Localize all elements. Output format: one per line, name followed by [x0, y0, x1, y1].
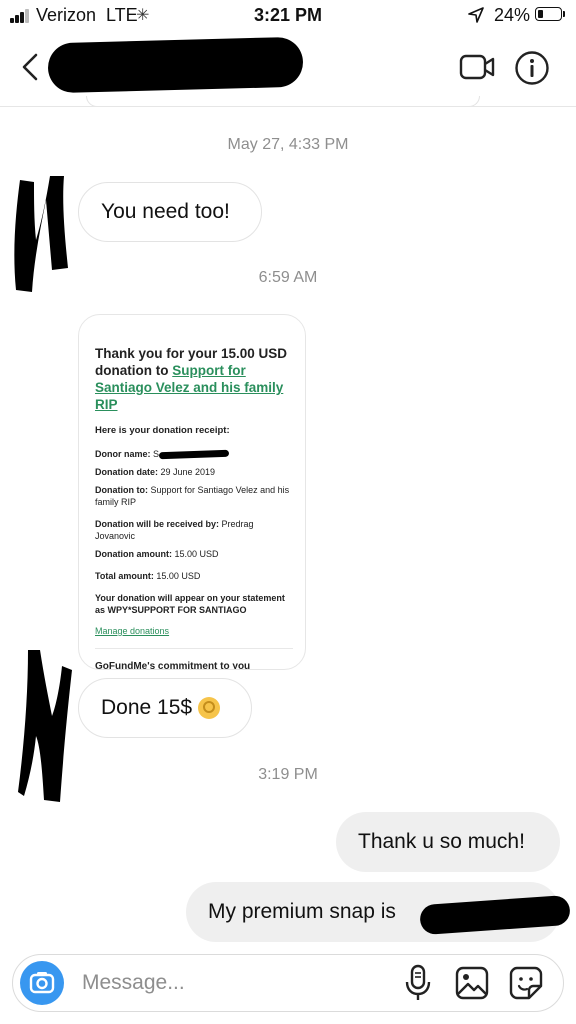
message-text: Thank u so much!	[358, 830, 525, 853]
status-bar: Verizon LTE ✳ 3:21 PM 24%	[0, 0, 576, 34]
total-amount-row: Total amount: 15.00 USD	[95, 571, 201, 581]
camera-button[interactable]	[20, 961, 64, 1005]
message-input[interactable]	[82, 966, 382, 1000]
redacted-contact-name[interactable]	[47, 36, 304, 94]
status-time: 3:21 PM	[253, 5, 323, 25]
message-bubble-incoming[interactable]: You need too!	[78, 182, 262, 242]
statement-note: Your donation will appear on your statem…	[95, 593, 285, 615]
timestamp: 6:59 AM	[258, 269, 318, 286]
video-camera-icon[interactable]	[458, 50, 496, 84]
message-bubble-incoming[interactable]: Done 15$	[78, 678, 252, 738]
ok-hand-emoji-icon	[198, 697, 221, 719]
battery-icon	[535, 7, 562, 21]
receipt-footer: GoFundMe's commitment to you	[95, 661, 251, 670]
manage-donations-link: Manage donations	[95, 626, 170, 636]
donation-to-row: Donation to: Support for Santiago Velez …	[95, 485, 290, 507]
donation-date-row: Donation date: 29 June 2019	[95, 467, 216, 477]
battery-percent: 24%	[494, 5, 531, 25]
donor-name-row: Donor name: S	[95, 448, 293, 460]
gallery-icon[interactable]	[455, 966, 489, 1000]
donation-amount-row: Donation amount: 15.00 USD	[95, 549, 219, 559]
receipt-subtitle: Here is your donation receipt:	[95, 425, 230, 436]
message-text: Done 15$	[101, 696, 193, 719]
timestamp: 3:19 PM	[258, 766, 318, 783]
header-divider	[0, 106, 576, 107]
message-text: My premium snap is	[208, 900, 396, 923]
donation-receipt-image[interactable]: Thank you for your 15.00 USD donation to…	[78, 314, 306, 670]
sticker-icon[interactable]	[509, 966, 543, 1000]
recipient-row: Donation will be received by: Predrag Jo…	[95, 519, 254, 541]
battery-cap	[563, 11, 565, 17]
chevron-left-icon[interactable]	[18, 52, 44, 82]
info-icon[interactable]	[514, 50, 550, 86]
message-text: You need too!	[101, 200, 230, 223]
message-bubble-outgoing[interactable]: Thank u so much!	[336, 812, 560, 872]
timestamp: May 27, 4:33 PM	[227, 136, 349, 153]
redacted-donor-name	[158, 449, 230, 460]
receipt-divider	[95, 648, 293, 649]
camera-icon	[29, 972, 55, 994]
receipt-title: Thank you for your 15.00 USD donation to…	[95, 346, 288, 412]
microphone-icon[interactable]	[404, 964, 432, 1002]
location-arrow-icon	[468, 7, 484, 23]
